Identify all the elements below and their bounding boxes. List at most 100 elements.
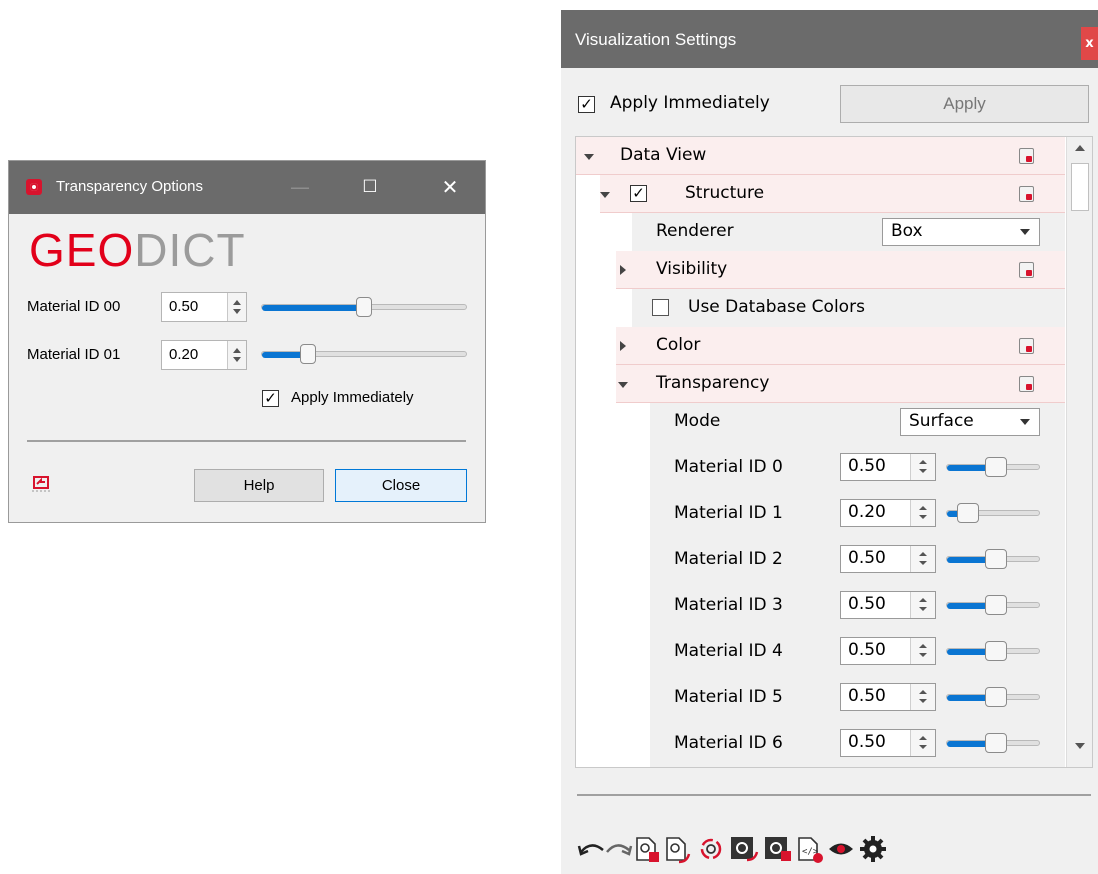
load-settings-icon[interactable] — [666, 837, 691, 864]
screen-share-icon[interactable] — [31, 474, 51, 494]
apply-immediately-checkbox[interactable]: ✓ — [262, 390, 279, 407]
material-row: Material ID 5 0.50 — [650, 679, 1065, 717]
dialog-titlebar[interactable]: Transparency Options — ☐ ✕ — [9, 161, 485, 214]
material-spinbox[interactable]: 0.50 — [840, 591, 936, 619]
scroll-down-icon[interactable] — [1075, 743, 1085, 749]
material-label: Material ID 6 — [674, 733, 783, 753]
material-label: Material ID 4 — [674, 641, 783, 661]
reset-setting-icon[interactable] — [1019, 338, 1034, 354]
scroll-up-icon[interactable] — [1075, 145, 1085, 151]
gear-icon[interactable] — [860, 836, 886, 862]
tree-label: Use Database Colors — [688, 297, 865, 317]
minimize-icon[interactable]: — — [277, 171, 323, 204]
chevron-down-icon — [1020, 229, 1030, 235]
refresh-settings-icon[interactable] — [700, 838, 722, 860]
apply-immediately-checkbox[interactable]: ✓ — [578, 96, 595, 113]
spin-arrows-icon[interactable] — [910, 546, 935, 572]
geodict-app-icon — [26, 179, 42, 195]
dark-save-icon[interactable] — [765, 837, 791, 861]
mode-dropdown[interactable]: Surface — [900, 408, 1040, 436]
material-row: Material ID 4 0.50 — [650, 633, 1065, 671]
transparency-options-dialog: Transparency Options — ☐ ✕ GEODICT Mater… — [8, 160, 486, 523]
material-slider-handle[interactable] — [985, 641, 1007, 661]
tree-node-transparency[interactable]: Transparency — [616, 365, 1065, 403]
eye-icon[interactable] — [829, 843, 853, 855]
undo-icon[interactable] — [577, 844, 604, 856]
tree-node-visibility[interactable]: Visibility — [616, 251, 1065, 289]
tree-label: Structure — [685, 183, 765, 203]
spin-arrows-icon[interactable] — [227, 293, 246, 321]
reset-setting-icon[interactable] — [1019, 186, 1034, 202]
expand-arrow-icon[interactable] — [600, 192, 610, 198]
apply-immediately-label: Apply Immediately — [610, 93, 770, 113]
tree-label: Data View — [620, 145, 707, 165]
material-01-slider-handle[interactable] — [300, 344, 316, 364]
material-spinbox[interactable]: 0.50 — [840, 453, 936, 481]
panel-titlebar[interactable]: Visualization Settings x — [561, 10, 1098, 68]
renderer-dropdown[interactable]: Box — [882, 218, 1040, 246]
reset-setting-icon[interactable] — [1019, 376, 1034, 392]
reset-setting-icon[interactable] — [1019, 262, 1034, 278]
tree-node-data-view[interactable]: Data View — [576, 137, 1065, 175]
expand-arrow-icon[interactable] — [620, 341, 626, 351]
spin-arrows-icon[interactable] — [910, 454, 935, 480]
tree-label: Color — [656, 335, 701, 355]
apply-button[interactable]: Apply — [840, 85, 1089, 123]
material-01-label: Material ID 01 — [27, 346, 121, 363]
material-spinbox[interactable]: 0.50 — [840, 545, 936, 573]
maximize-icon[interactable]: ☐ — [347, 171, 393, 204]
geodict-logo: GEODICT — [29, 224, 246, 276]
expand-arrow-icon[interactable] — [584, 154, 594, 160]
material-01-spinbox[interactable]: 0.20 — [161, 340, 247, 370]
script-icon[interactable]: </> — [798, 837, 823, 863]
material-spinbox[interactable]: 0.50 — [840, 683, 936, 711]
reset-setting-icon[interactable] — [1019, 148, 1034, 164]
material-slider-handle[interactable] — [985, 733, 1007, 753]
material-00-slider-handle[interactable] — [356, 297, 372, 317]
spin-arrows-icon[interactable] — [910, 592, 935, 618]
material-label: Material ID 2 — [674, 549, 783, 569]
spin-arrows-icon[interactable] — [910, 500, 935, 526]
tree-scrollbar[interactable] — [1066, 137, 1092, 767]
material-00-spinbox[interactable]: 0.50 — [161, 292, 247, 322]
expand-arrow-icon[interactable] — [618, 382, 628, 388]
material-slider-handle[interactable] — [985, 595, 1007, 615]
material-spinbox[interactable]: 0.50 — [840, 729, 936, 757]
close-button[interactable]: Close — [335, 469, 467, 502]
panel-title: Visualization Settings — [575, 30, 737, 49]
spin-arrows-icon[interactable] — [227, 341, 246, 369]
tree-label: Visibility — [656, 259, 728, 279]
tree-label: Mode — [674, 411, 721, 431]
apply-immediately-label: Apply Immediately — [291, 389, 414, 406]
bottom-toolbar: </> — [577, 832, 997, 866]
material-slider-handle[interactable] — [957, 503, 979, 523]
material-slider-handle[interactable] — [985, 549, 1007, 569]
material-label: Material ID 1 — [674, 503, 783, 523]
save-settings-icon[interactable] — [636, 837, 659, 862]
expand-arrow-icon[interactable] — [620, 265, 626, 275]
dark-settings-icon[interactable] — [731, 837, 759, 862]
material-spinbox[interactable]: 0.50 — [840, 637, 936, 665]
settings-tree[interactable]: Data View ✓ Structure Renderer Box Visib… — [575, 136, 1093, 768]
structure-checkbox[interactable]: ✓ — [630, 185, 647, 202]
use-db-colors-checkbox[interactable] — [652, 299, 669, 316]
spin-arrows-icon[interactable] — [910, 638, 935, 664]
material-slider-handle[interactable] — [985, 687, 1007, 707]
help-button[interactable]: Help — [194, 469, 324, 502]
redo-icon[interactable] — [606, 844, 633, 856]
scrollbar-thumb[interactable] — [1071, 163, 1089, 211]
material-label: Material ID 5 — [674, 687, 783, 707]
tree-node-structure[interactable]: ✓ Structure — [600, 175, 1065, 213]
spin-arrows-icon[interactable] — [910, 730, 935, 756]
material-01-slider[interactable] — [261, 351, 467, 358]
material-spinbox[interactable]: 0.20 — [840, 499, 936, 527]
material-row: Material ID 3 0.50 — [650, 587, 1065, 625]
tree-node-use-db-colors: Use Database Colors — [632, 289, 1065, 327]
material-slider-handle[interactable] — [985, 457, 1007, 477]
panel-close-icon[interactable]: x — [1081, 27, 1098, 60]
tree-node-color[interactable]: Color — [616, 327, 1065, 365]
spin-arrows-icon[interactable] — [910, 684, 935, 710]
material-00-label: Material ID 00 — [27, 298, 121, 315]
close-icon[interactable]: ✕ — [427, 171, 473, 204]
material-row: Material ID 2 0.50 — [650, 541, 1065, 579]
